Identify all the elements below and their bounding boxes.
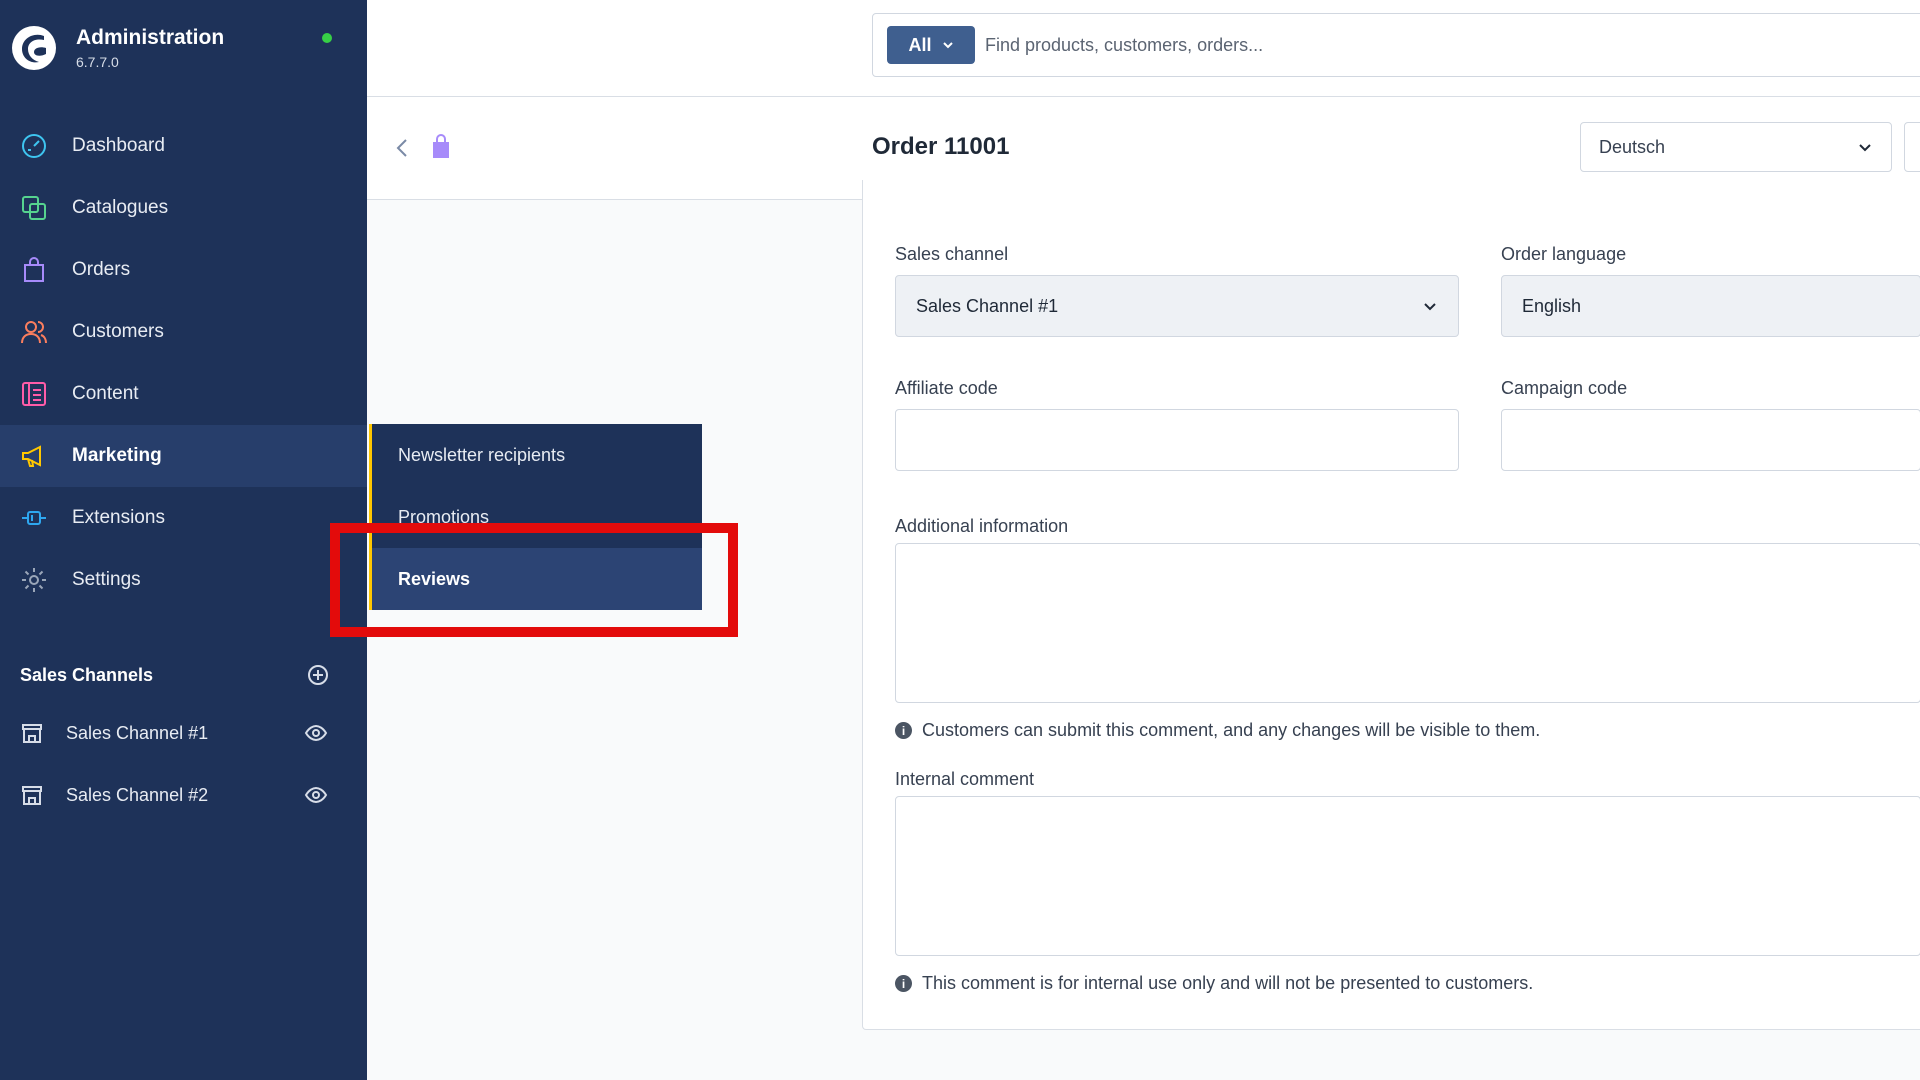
back-chevron-icon[interactable]: [391, 135, 415, 161]
sales-channel-list: Sales Channel #1 Sales Channel #2: [0, 702, 367, 826]
page-title: Order 11001: [872, 133, 1010, 160]
customers-icon: [20, 318, 48, 346]
nav-item-marketing[interactable]: Marketing: [0, 425, 367, 487]
catalogues-icon: [20, 194, 48, 222]
plug-icon: [20, 504, 48, 532]
nav-item-label: Catalogues: [72, 197, 169, 218]
order-details-card: Sales channel Sales Channel #1 Order lan…: [862, 180, 1920, 1030]
nav-item-orders[interactable]: Orders: [0, 239, 367, 301]
eye-icon[interactable]: [304, 783, 328, 807]
add-sales-channel-icon[interactable]: [306, 663, 330, 687]
nav-item-label: Content: [72, 383, 139, 404]
campaign-code-input[interactable]: [1501, 409, 1920, 471]
order-language-value: English: [1522, 295, 1582, 316]
header-action-button[interactable]: [1904, 122, 1920, 172]
sales-channel-select[interactable]: Sales Channel #1: [895, 275, 1459, 337]
info-icon: i: [895, 722, 912, 739]
nav-item-extensions[interactable]: Extensions: [0, 487, 367, 549]
internal-comment-label: Internal comment: [895, 769, 1035, 789]
nav-item-catalogues[interactable]: Catalogues: [0, 177, 367, 239]
search-input[interactable]: [985, 26, 1885, 64]
nav-item-label: Extensions: [72, 507, 165, 528]
internal-comment-textarea[interactable]: [895, 796, 1920, 956]
search-type-label: All: [908, 34, 932, 55]
language-select[interactable]: Deutsch: [1580, 122, 1892, 172]
nav-item-label: Orders: [72, 259, 131, 280]
status-dot: [322, 33, 332, 43]
gear-icon: [20, 566, 48, 594]
campaign-code-label: Campaign code: [1501, 378, 1628, 398]
eye-icon[interactable]: [304, 721, 328, 745]
nav-item-label: Marketing: [72, 445, 162, 466]
storefront-icon: [22, 724, 42, 743]
shopware-logo-icon: [12, 26, 56, 70]
additional-information-textarea[interactable]: [895, 543, 1920, 703]
sidebar: Administration 6.7.7.0 Dashboard Catalog…: [0, 0, 367, 1080]
info-icon: i: [895, 975, 912, 992]
additional-information-hint-text: Customers can submit this comment, and a…: [922, 720, 1541, 740]
flyout-item-promotions[interactable]: Promotions: [372, 486, 702, 548]
sales-channel-item-2[interactable]: Sales Channel #2: [0, 764, 367, 826]
brand: Administration 6.7.7.0: [10, 22, 355, 74]
affiliate-code-input[interactable]: [895, 409, 1459, 471]
flyout-item-reviews[interactable]: Reviews: [372, 548, 702, 610]
additional-information-hint: i Customers can submit this comment, and…: [895, 720, 1540, 741]
affiliate-code-label: Affiliate code: [895, 378, 998, 398]
app-title: Administration: [76, 26, 225, 49]
language-select-value: Deutsch: [1599, 136, 1666, 157]
order-language-label: Order language: [1501, 244, 1627, 264]
flyout-item-newsletter-recipients[interactable]: Newsletter recipients: [372, 424, 702, 486]
sales-channel-item-1[interactable]: Sales Channel #1: [0, 702, 367, 764]
chevron-down-icon: [942, 42, 953, 49]
storefront-icon: [22, 786, 42, 805]
top-bar: All: [367, 0, 1920, 97]
dashboard-icon: [20, 132, 48, 160]
search-type-dropdown[interactable]: All: [887, 26, 975, 64]
order-language-field[interactable]: English: [1501, 275, 1920, 337]
sales-channels-header: Sales Channels: [20, 660, 330, 690]
sales-channel-label: Sales channel: [895, 244, 1009, 264]
chevron-down-icon: [1424, 303, 1436, 311]
main-nav: Dashboard Catalogues Orders Customers Co…: [0, 115, 367, 611]
additional-information-label: Additional information: [895, 516, 1069, 536]
nav-item-label: Settings: [72, 569, 141, 590]
nav-item-label: Customers: [72, 321, 164, 342]
app-version: 6.7.7.0: [76, 54, 119, 70]
sales-channel-label: Sales Channel #1: [66, 722, 209, 743]
chevron-down-icon: [1859, 144, 1871, 152]
sales-channel-label: Sales Channel #2: [66, 784, 209, 805]
global-search: All: [872, 13, 1920, 77]
sales-channel-select-value: Sales Channel #1: [916, 295, 1059, 316]
marketing-flyout-menu: Newsletter recipients Promotions Reviews: [369, 424, 702, 610]
nav-item-settings[interactable]: Settings: [0, 549, 367, 611]
nav-item-dashboard[interactable]: Dashboard: [0, 115, 367, 177]
nav-item-customers[interactable]: Customers: [0, 301, 367, 363]
internal-comment-hint: i This comment is for internal use only …: [895, 973, 1533, 994]
orders-icon: [20, 256, 48, 284]
nav-item-content[interactable]: Content: [0, 363, 367, 425]
content-icon: [20, 380, 48, 408]
sales-channels-title: Sales Channels: [20, 664, 154, 685]
nav-item-label: Dashboard: [72, 135, 165, 156]
shopping-bag-icon: [433, 134, 449, 158]
internal-comment-hint-text: This comment is for internal use only an…: [922, 973, 1534, 993]
megaphone-icon: [20, 442, 48, 470]
